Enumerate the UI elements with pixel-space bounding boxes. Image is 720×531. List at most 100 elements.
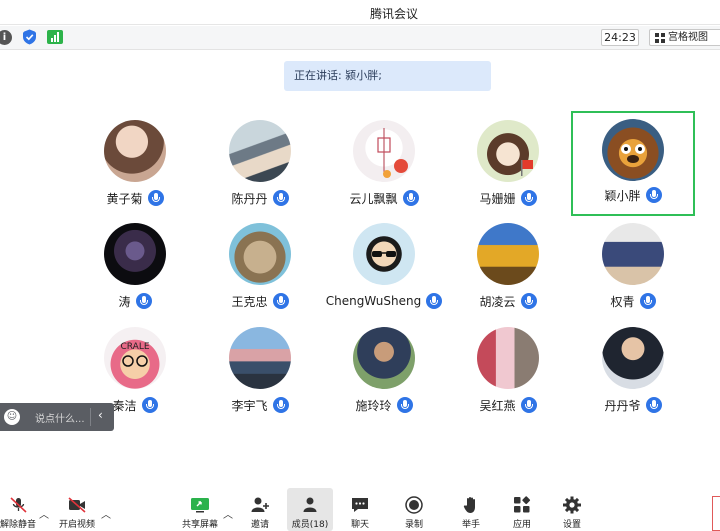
avatar: CRALE xyxy=(104,327,166,389)
participant-name-row: 陈丹丹 xyxy=(198,189,322,207)
apps-button[interactable]: 应用 xyxy=(507,488,537,531)
chat-button[interactable]: 聊天 xyxy=(345,488,375,531)
participant-name-row: 施玲玲 xyxy=(322,396,446,414)
red-flag-illustration xyxy=(521,160,533,176)
meeting-timer: 24:23 xyxy=(601,29,639,46)
participant-tile[interactable]: 权青 xyxy=(571,210,695,313)
microphone-active-icon[interactable] xyxy=(645,187,662,203)
apps-label: 应用 xyxy=(512,520,531,530)
avatar xyxy=(602,223,664,285)
network-signal-icon[interactable] xyxy=(47,30,63,44)
invite-button[interactable]: 邀请 xyxy=(245,488,275,531)
participant-name: 秦洁 xyxy=(112,398,137,413)
participant-name: 李宇飞 xyxy=(231,398,268,413)
raise-hand-label: 举手 xyxy=(461,520,480,530)
audio-options-chevron-icon[interactable]: ︿ xyxy=(39,506,49,521)
participant-name-row: ChengWuSheng xyxy=(322,292,446,310)
participant-tile[interactable]: 云儿飘飘 xyxy=(322,107,446,210)
microphone-icon[interactable] xyxy=(272,190,289,206)
participant-tile[interactable]: 陈丹丹 xyxy=(198,107,322,210)
unmute-button[interactable]: 解除静音 xyxy=(0,488,36,531)
microphone-icon[interactable] xyxy=(272,397,289,413)
participant-name: 云儿飘飘 xyxy=(349,191,398,206)
title-bar: 腾讯会议 xyxy=(0,0,720,25)
avatar xyxy=(602,327,664,389)
microphone-icon[interactable] xyxy=(426,293,443,309)
record-label: 录制 xyxy=(404,520,423,530)
participant-name: 吴红燕 xyxy=(479,398,516,413)
share-screen-button[interactable]: 共享屏幕 xyxy=(182,488,218,531)
participant-tile[interactable]: 丹丹爷 xyxy=(571,314,695,417)
video-options-chevron-icon[interactable]: ︿ xyxy=(101,506,111,521)
apps-grid-icon xyxy=(514,496,531,513)
avatar xyxy=(229,120,291,182)
info-icon[interactable]: i xyxy=(0,30,12,45)
participant-tile[interactable]: 涛 xyxy=(73,210,197,313)
chat-label: 聊天 xyxy=(350,520,369,530)
record-button[interactable]: 录制 xyxy=(399,488,429,531)
participant-name: 涛 xyxy=(118,294,131,309)
participant-name: 颖小胖 xyxy=(604,188,641,203)
microphone-icon[interactable] xyxy=(520,397,537,413)
camera-off-icon xyxy=(68,497,86,513)
microphone-icon[interactable] xyxy=(639,293,656,309)
chat-quick-input[interactable]: ☺ 说点什么... ‹ xyxy=(0,403,114,431)
microphone-icon[interactable] xyxy=(272,293,289,309)
microphone-icon[interactable] xyxy=(520,293,537,309)
participant-name-row: 李宇飞 xyxy=(198,396,322,414)
participant-tile[interactable]: ChengWuSheng xyxy=(322,210,446,313)
participant-tile[interactable]: 黄子菊 xyxy=(73,107,197,210)
chat-placeholder[interactable]: 说点什么... xyxy=(35,410,85,425)
participant-name-row: 胡凌云 xyxy=(446,292,570,310)
cartoon-girl-illustration: CRALE xyxy=(120,342,150,367)
grid-icon xyxy=(655,33,665,43)
members-button[interactable]: 成员(18) xyxy=(287,488,333,531)
raise-hand-icon xyxy=(463,497,475,513)
share-screen-label: 共享屏幕 xyxy=(181,520,218,530)
microphone-icon[interactable] xyxy=(645,397,662,413)
participant-tile[interactable]: 吴红燕 xyxy=(446,314,570,417)
microphone-icon[interactable] xyxy=(141,397,158,413)
avatar xyxy=(602,119,664,181)
raise-hand-button[interactable]: 举手 xyxy=(456,488,486,531)
microphone-icon[interactable] xyxy=(135,293,152,309)
participant-name-row: 权青 xyxy=(571,292,695,310)
participant-tile[interactable]: 李宇飞 xyxy=(198,314,322,417)
microphone-icon[interactable] xyxy=(396,397,413,413)
participant-tile[interactable]: 施玲玲 xyxy=(322,314,446,417)
add-user-icon xyxy=(251,497,269,512)
share-screen-icon xyxy=(191,498,209,513)
sunglasses-illustration xyxy=(372,251,396,257)
microphone-icon[interactable] xyxy=(147,190,164,206)
avatar xyxy=(229,327,291,389)
start-video-label: 开启视频 xyxy=(58,520,95,530)
settings-button[interactable]: 设置 xyxy=(557,488,587,531)
participant-name: ChengWuSheng xyxy=(325,294,422,308)
members-icon xyxy=(303,497,317,512)
unmute-label: 解除静音 xyxy=(0,520,36,530)
participant-tile[interactable]: CRALE 秦洁 xyxy=(73,314,197,417)
bear-cartoon-illustration xyxy=(621,144,645,163)
lantern-illustration xyxy=(377,128,408,178)
participant-name: 马姗姗 xyxy=(479,191,516,206)
participant-tile-active-speaker[interactable]: 颖小胖 xyxy=(571,111,695,216)
participant-tile[interactable]: 王克忠 xyxy=(198,210,322,313)
participant-name: 丹丹爷 xyxy=(604,398,641,413)
shield-icon[interactable] xyxy=(22,29,37,45)
participant-tile[interactable]: 马姗姗 xyxy=(446,107,570,210)
avatar xyxy=(353,223,415,285)
speaking-indicator: 正在讲话: 颍小胖; xyxy=(284,61,491,91)
participant-tile[interactable]: 胡凌云 xyxy=(446,210,570,313)
avatar xyxy=(229,223,291,285)
microphone-icon[interactable] xyxy=(520,190,537,206)
share-options-chevron-icon[interactable]: ︿ xyxy=(223,506,233,521)
microphone-icon[interactable] xyxy=(402,190,419,206)
emoji-icon[interactable]: ☺ xyxy=(4,409,20,425)
collapse-chevron-icon[interactable]: ‹ xyxy=(98,408,103,422)
participant-name-row: 黄子菊 xyxy=(73,189,197,207)
participant-name: 施玲玲 xyxy=(355,398,392,413)
grid-view-button[interactable]: 宫格视图 xyxy=(649,29,720,46)
overflow-edge-indicator xyxy=(712,496,720,531)
start-video-button[interactable]: 开启视频 xyxy=(59,488,95,531)
avatar xyxy=(477,120,539,182)
